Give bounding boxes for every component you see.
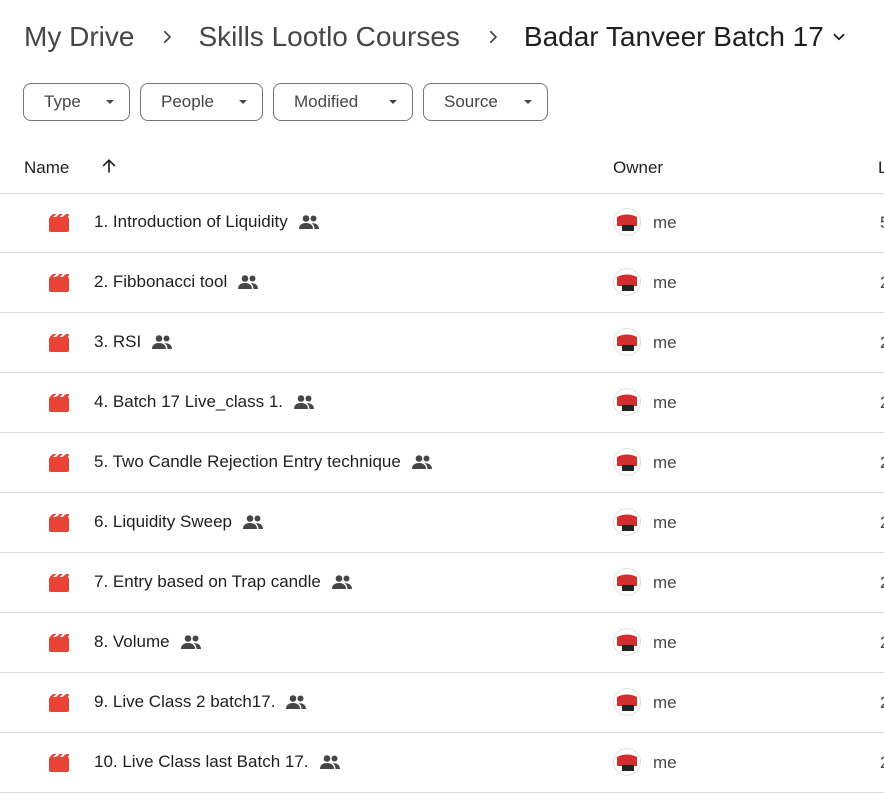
chevron-right-icon xyxy=(156,28,178,46)
shared-people-icon xyxy=(298,215,319,229)
table-row[interactable]: 3. RSI me 2 xyxy=(0,313,884,373)
file-name[interactable]: 9. Live Class 2 batch17. xyxy=(94,692,275,712)
arrow-up-icon[interactable] xyxy=(99,156,119,176)
table-header: Name Owner L xyxy=(0,141,884,194)
truncated-column-value: 2 xyxy=(880,633,884,653)
video-file-icon xyxy=(49,394,69,412)
table-row[interactable]: 2. Fibbonacci tool me 2 xyxy=(0,253,884,313)
file-name[interactable]: 1. Introduction of Liquidity xyxy=(94,212,288,232)
caret-down-icon[interactable] xyxy=(830,28,848,46)
shared-people-icon xyxy=(331,575,352,589)
shared-people-icon xyxy=(411,455,432,469)
video-file-icon xyxy=(49,214,69,232)
avatar[interactable] xyxy=(613,508,641,536)
owner-name: me xyxy=(653,273,677,292)
column-header-owner[interactable]: Owner xyxy=(613,158,663,178)
truncated-column-value: 2 xyxy=(880,333,884,353)
breadcrumb-skills-lootlo-courses[interactable]: Skills Lootlo Courses xyxy=(198,23,459,51)
video-file-icon xyxy=(49,454,69,472)
breadcrumb: My Drive Skills Lootlo Courses Badar Tan… xyxy=(24,0,884,74)
table-row[interactable]: 6. Liquidity Sweep me 2 xyxy=(0,493,884,553)
filter-modified-chip[interactable]: Modified xyxy=(273,83,413,121)
shared-people-icon xyxy=(152,335,173,349)
caret-down-icon xyxy=(106,100,114,104)
shared-people-icon xyxy=(294,395,315,409)
column-header-truncated[interactable]: L xyxy=(878,158,884,178)
caret-down-icon xyxy=(524,100,532,104)
table-row[interactable]: 9. Live Class 2 batch17. me 2 xyxy=(0,673,884,733)
file-name[interactable]: 10. Live Class last Batch 17. xyxy=(94,752,309,772)
chevron-right-icon xyxy=(482,28,504,46)
avatar[interactable] xyxy=(613,388,641,416)
filter-type-chip[interactable]: Type xyxy=(23,83,130,121)
shared-people-icon xyxy=(286,695,307,709)
filter-source-chip[interactable]: Source xyxy=(423,83,548,121)
video-file-icon xyxy=(49,274,69,292)
column-header-name[interactable]: Name xyxy=(24,158,69,178)
table-row[interactable]: 5. Two Candle Rejection Entry technique … xyxy=(0,433,884,493)
file-name[interactable]: 6. Liquidity Sweep xyxy=(94,512,232,532)
video-file-icon xyxy=(49,514,69,532)
avatar[interactable] xyxy=(613,208,641,236)
file-name[interactable]: 5. Two Candle Rejection Entry technique xyxy=(94,452,401,472)
truncated-column-value: 5 xyxy=(880,213,884,233)
owner-name: me xyxy=(653,453,677,472)
avatar[interactable] xyxy=(613,268,641,296)
video-file-icon xyxy=(49,334,69,352)
truncated-column-value: 2 xyxy=(880,393,884,413)
filter-source-label: Source xyxy=(444,92,498,111)
truncated-column-value: 2 xyxy=(880,693,884,713)
avatar[interactable] xyxy=(613,448,641,476)
table-row[interactable]: 10. Live Class last Batch 17. me 2 xyxy=(0,733,884,793)
table-row[interactable]: 4. Batch 17 Live_class 1. me 2 xyxy=(0,373,884,433)
avatar[interactable] xyxy=(613,748,641,776)
truncated-column-value: 2 xyxy=(880,753,884,773)
shared-people-icon xyxy=(238,275,259,289)
file-name[interactable]: 7. Entry based on Trap candle xyxy=(94,572,321,592)
video-file-icon xyxy=(49,754,69,772)
truncated-column-value: 2 xyxy=(880,273,884,293)
file-name[interactable]: 8. Volume xyxy=(94,632,170,652)
video-file-icon xyxy=(49,574,69,592)
avatar[interactable] xyxy=(613,328,641,356)
caret-down-icon xyxy=(239,100,247,104)
owner-name: me xyxy=(653,573,677,592)
breadcrumb-current-folder[interactable]: Badar Tanveer Batch 17 xyxy=(524,23,824,51)
filter-type-label: Type xyxy=(44,92,81,111)
truncated-column-value: 2 xyxy=(880,573,884,593)
shared-people-icon xyxy=(242,515,263,529)
caret-down-icon xyxy=(389,100,397,104)
filter-people-chip[interactable]: People xyxy=(140,83,263,121)
file-name[interactable]: 4. Batch 17 Live_class 1. xyxy=(94,392,283,412)
owner-name: me xyxy=(653,513,677,532)
file-name[interactable]: 2. Fibbonacci tool xyxy=(94,272,227,292)
filter-modified-label: Modified xyxy=(294,92,359,111)
truncated-column-value: 2 xyxy=(880,453,884,473)
shared-people-icon xyxy=(319,755,340,769)
shared-people-icon xyxy=(180,635,201,649)
owner-name: me xyxy=(653,693,677,712)
owner-name: me xyxy=(653,393,677,412)
breadcrumb-my-drive[interactable]: My Drive xyxy=(24,23,134,51)
owner-name: me xyxy=(653,333,677,352)
owner-name: me xyxy=(653,213,677,232)
avatar[interactable] xyxy=(613,688,641,716)
video-file-icon xyxy=(49,694,69,712)
file-name[interactable]: 3. RSI xyxy=(94,332,141,352)
table-row[interactable]: 7. Entry based on Trap candle me 2 xyxy=(0,553,884,613)
video-file-icon xyxy=(49,634,69,652)
owner-name: me xyxy=(653,633,677,652)
owner-name: me xyxy=(653,753,677,772)
filter-people-label: People xyxy=(161,92,214,111)
avatar[interactable] xyxy=(613,628,641,656)
truncated-column-value: 2 xyxy=(880,513,884,533)
table-row[interactable]: 8. Volume me 2 xyxy=(0,613,884,673)
avatar[interactable] xyxy=(613,568,641,596)
table-row[interactable]: 1. Introduction of Liquidity me 5 xyxy=(0,193,884,253)
